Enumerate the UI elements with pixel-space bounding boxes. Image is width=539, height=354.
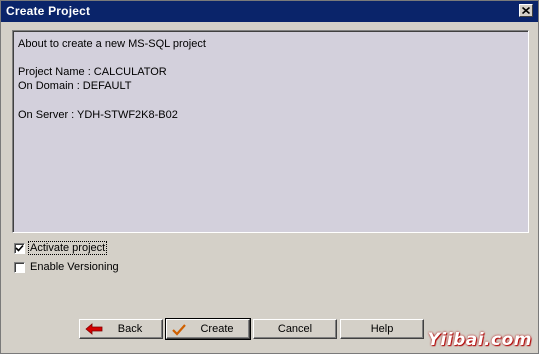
help-button-label: Help [370, 323, 394, 335]
create-check-icon [172, 323, 186, 339]
server-value: YDH-STWF2K8-B02 [77, 109, 178, 121]
title-bar[interactable]: Create Project [1, 1, 538, 22]
watermark-logo: Yiibai.com [427, 330, 532, 350]
checkmark-icon [15, 244, 24, 252]
help-button[interactable]: Help [340, 319, 424, 339]
info-header-text: About to create a new MS-SQL project [18, 38, 206, 50]
back-arrow-icon [85, 323, 103, 338]
activate-project-checkbox[interactable] [14, 242, 25, 254]
project-info-panel: About to create a new MS-SQL project Pro… [12, 30, 529, 233]
back-button[interactable]: Back [79, 319, 163, 339]
close-button[interactable] [519, 4, 533, 17]
project-name-text: Project Name : CALCULATOR [18, 66, 167, 78]
window-title: Create Project [6, 4, 91, 18]
enable-versioning-option[interactable]: Enable Versioning [14, 260, 120, 274]
enable-versioning-checkbox[interactable] [14, 261, 25, 273]
close-icon [522, 7, 530, 14]
activate-project-label[interactable]: Activate project [27, 241, 108, 255]
back-button-label: Back [117, 323, 143, 335]
cancel-button-label: Cancel [277, 323, 313, 335]
create-button-label: Create [200, 323, 234, 335]
activate-project-option[interactable]: Activate project [14, 241, 108, 255]
create-project-dialog: Create Project About to create a new MS-… [0, 0, 539, 354]
domain-text: On Domain : DEFAULT [18, 80, 132, 92]
enable-versioning-label[interactable]: Enable Versioning [29, 261, 120, 273]
server-label: On Server : [18, 109, 75, 121]
cancel-button[interactable]: Cancel [253, 319, 337, 339]
create-button[interactable]: Create [165, 318, 251, 340]
